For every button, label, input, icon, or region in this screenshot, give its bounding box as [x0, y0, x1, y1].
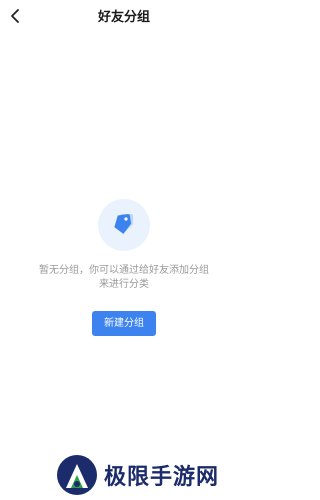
new-group-button[interactable]: 新建分组	[92, 311, 156, 336]
watermark-text: 极限手游网	[104, 465, 220, 490]
tag-icon	[109, 208, 139, 242]
empty-state-message: 暂无分组，你可以通过给好友添加分组来进行分类	[39, 265, 209, 290]
watermark-logo-icon	[56, 454, 98, 496]
friend-groups-page: 好友分组 暂无分组，你可以通过给好友添加分组来进行分类 新建分组 极限手游网	[0, 0, 248, 500]
empty-state-illustration	[98, 199, 150, 251]
header: 好友分组	[0, 0, 248, 36]
page-title: 好友分组	[97, 10, 150, 25]
watermark: 极限手游网	[56, 454, 242, 496]
